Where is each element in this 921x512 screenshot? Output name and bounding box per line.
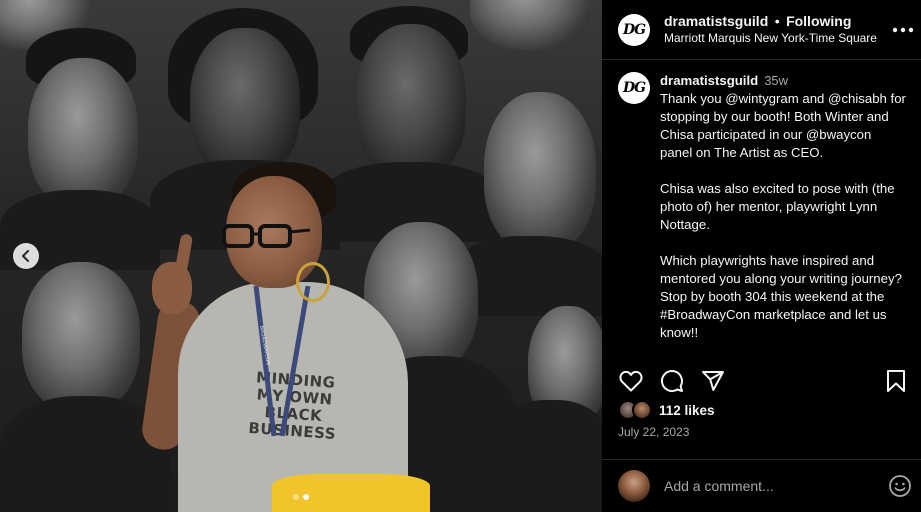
liker-avatar	[632, 400, 652, 420]
share-button[interactable]	[700, 368, 726, 394]
comment-button[interactable]	[659, 368, 685, 394]
caption-paragraph: Thank you @wintygram and @chisabh for st…	[660, 91, 906, 160]
action-bar	[618, 368, 909, 394]
likes-row[interactable]: 112 likes	[618, 400, 715, 420]
caption-avatar[interactable]: DG	[618, 72, 650, 104]
caption-time[interactable]: 35w	[764, 73, 788, 88]
portrait-man-right	[484, 92, 596, 252]
carousel-indicator	[0, 494, 602, 500]
carousel-prev-button[interactable]	[13, 243, 39, 269]
lanyard: BROADWAYCON	[253, 286, 311, 437]
emoji-icon	[889, 475, 911, 497]
header-username[interactable]: dramatistsguild	[664, 13, 768, 29]
like-button[interactable]	[618, 368, 644, 394]
header-text: dramatistsguild • Following Marriott Mar…	[664, 13, 877, 47]
caption-section: DG dramatistsguild 35w Thank you @wintygr…	[602, 60, 921, 356]
caption-paragraph: Which playwrights have inspired and ment…	[660, 253, 902, 340]
bookmark-icon	[887, 370, 905, 392]
portrait-man-lower-left	[22, 262, 140, 412]
more-horizontal-icon	[892, 27, 914, 33]
header-separator: •	[774, 12, 780, 29]
comment-icon	[661, 370, 683, 393]
comment-input[interactable]	[664, 478, 887, 494]
likes-count[interactable]: 112 likes	[659, 403, 715, 418]
heart-icon	[619, 370, 643, 392]
post-header: DG dramatistsguild • Following Marriott …	[602, 0, 921, 60]
caption-paragraph: Chisa was also excited to pose with (the…	[660, 181, 895, 232]
emoji-button[interactable]	[887, 473, 913, 499]
post-media[interactable]: MINDING MY OWN BLACK BUSINESS BROADWAYCO…	[0, 0, 602, 512]
chevron-left-icon	[22, 250, 29, 262]
caption-username[interactable]: dramatistsguild	[660, 73, 758, 88]
account-avatar[interactable]: DG	[618, 13, 650, 46]
post-location[interactable]: Marriott Marquis New York-Time Square	[664, 30, 877, 47]
portrait-woman-center	[190, 28, 300, 178]
caption-body: dramatistsguild 35w Thank you @wintygram …	[660, 72, 907, 356]
carousel-dot	[293, 494, 299, 500]
comment-bar	[602, 459, 921, 512]
portrait-man-center-right	[356, 24, 466, 180]
yellow-pants	[272, 474, 430, 512]
post-side-panel: DG dramatistsguild • Following Marriott …	[602, 0, 921, 512]
lanyard-text: BROADWAYCON	[258, 325, 271, 365]
glasses	[222, 224, 311, 248]
post-date[interactable]: July 22, 2023	[618, 425, 689, 439]
portrait-man-top-right	[470, 0, 590, 50]
paper-plane-icon	[702, 371, 724, 391]
earring	[296, 262, 330, 302]
following-button[interactable]: Following	[786, 13, 851, 29]
current-user-avatar	[618, 470, 650, 502]
caption-first-line: dramatistsguild 35w Thank you @wintygram …	[660, 72, 907, 162]
more-options-button[interactable]	[891, 18, 915, 42]
save-button[interactable]	[883, 368, 909, 394]
portrait-man-left	[28, 58, 138, 208]
carousel-dot-active	[303, 494, 309, 500]
